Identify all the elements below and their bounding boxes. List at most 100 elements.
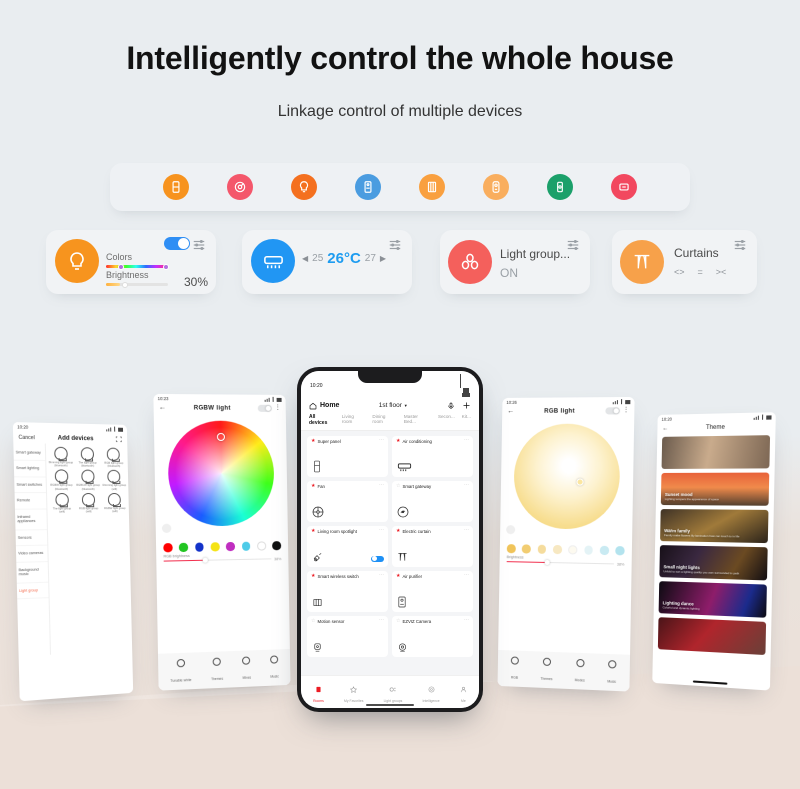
theme-card[interactable] [657,617,767,656]
more-icon[interactable]: ⋯ [379,528,384,532]
light-toggle[interactable] [164,237,190,250]
light-bulb-icon[interactable] [291,174,317,200]
scan-icon[interactable] [115,436,122,443]
favorite-star-icon[interactable]: ☆ [396,619,400,624]
color-wheel-badge[interactable] [161,523,172,534]
air-conditioner-card[interactable]: ◀ 25 26°C 27 ▶ [242,230,412,294]
nav-intelligence[interactable]: Intelligence [423,680,440,703]
device-type-item[interactable]: Dimming light group (bluetooth) [48,446,73,468]
favorite-star-icon[interactable]: ★ [396,529,400,534]
device-card-smart-gateway[interactable]: ☆ Smart gateway ⋯ [392,481,473,522]
category-item[interactable]: Video cameras [15,546,48,563]
category-item[interactable]: Remote [14,493,47,510]
more-icon[interactable]: ⋯ [379,483,384,487]
tab-rgb[interactable]: RGB [510,655,519,684]
color-swatch[interactable] [615,546,625,555]
nav-me[interactable]: Me [460,680,467,703]
color-swatch[interactable] [179,542,189,552]
temp-increase-button[interactable]: ▶ [380,254,386,263]
tab-tunable-white[interactable]: Tunable white [170,658,192,687]
device-card-super-panel[interactable]: ★ Super panel ⋯ [307,436,388,477]
tab-living-room[interactable]: Living room [342,414,366,426]
sliders-icon[interactable] [191,238,207,252]
warm-color-wheel[interactable] [513,423,621,530]
more-vertical-icon[interactable]: ⋮ [275,405,281,411]
back-arrow-icon[interactable]: ← [662,426,668,432]
device-type-item[interactable]: RGBCW light group (bluetooth) [76,470,101,491]
color-swatch[interactable] [506,544,516,553]
device-type-item[interactable]: RGBW light group (bluetooth) [49,469,74,491]
more-icon[interactable]: ⋯ [379,618,384,622]
color-slider-knob-left[interactable] [118,263,124,270]
device-type-item[interactable]: The light group (wifi) [49,492,74,514]
floor-selector[interactable]: 1st floor ▼ [379,402,408,409]
curtains-card[interactable]: Curtains <> = >< [612,230,757,294]
more-icon[interactable]: ⋯ [464,618,469,622]
tab-themes[interactable]: Themes [540,657,553,685]
cancel-button[interactable]: Cancel [18,434,35,441]
color-swatch[interactable] [163,543,173,552]
tab-modes[interactable]: Modes [575,658,586,686]
curtain-open-button[interactable]: <> [674,267,685,277]
plus-icon[interactable] [462,401,471,410]
category-item[interactable]: Smart switches [14,477,47,494]
theme-card[interactable]: Small night lights Unfold to sort a light… [659,545,768,581]
device-type-item[interactable]: The light group (bluetooth) [75,447,100,468]
more-icon[interactable]: ⋯ [464,528,469,532]
thermostat-dial-icon[interactable] [227,174,253,200]
color-swatch[interactable] [552,544,562,554]
power-toggle[interactable] [257,404,272,412]
remote-control-icon[interactable] [611,174,637,200]
tab-dining-room[interactable]: Dining room [372,414,397,426]
brightness-slider[interactable] [106,281,168,288]
more-icon[interactable]: ⋯ [379,438,384,442]
tab-mixes[interactable]: Mixes [242,655,251,684]
color-wheel[interactable] [167,420,275,527]
nav-my-favorites[interactable]: My Favorites [344,680,363,703]
favorite-star-icon[interactable]: ★ [311,529,315,534]
back-arrow-icon[interactable]: ← [159,404,166,411]
warm-wheel-picker[interactable] [576,478,584,486]
theme-card[interactable]: Sunset mood Lighting tempers the appearan… [660,472,770,506]
more-icon[interactable]: ⋯ [464,573,469,577]
more-icon[interactable]: ⋯ [464,483,469,487]
light-control-card[interactable]: Colors Brightness 30% [46,230,216,294]
home-button[interactable]: Home [309,402,339,410]
temp-decrease-button[interactable]: ◀ [302,254,308,263]
category-item[interactable]: Infrared appliances [14,509,47,531]
color-swatch[interactable] [241,541,251,551]
color-swatch[interactable] [537,544,547,554]
curtain-stop-button[interactable]: = [698,267,703,277]
device-card-air-conditioning[interactable]: ★ Air conditioning ⋯ [392,436,473,477]
brightness-slider[interactable] [506,559,614,566]
favorite-star-icon[interactable]: ★ [311,484,315,489]
theme-card[interactable]: Lighting dance Colorful and dynamic light… [658,581,767,618]
tab-music[interactable]: Music [270,654,279,683]
theme-card[interactable]: Warm family Family make flowers lily lami… [660,509,769,544]
rgb-brightness-slider[interactable] [163,557,272,563]
brightness-knob[interactable] [122,281,128,288]
device-card-smart-wireless-switch[interactable]: ★ Smart wireless switch ⋯ [307,571,388,612]
category-item[interactable]: Smart gateway [13,445,46,462]
color-swatch[interactable] [210,542,220,551]
sliders-icon[interactable] [387,238,403,252]
theme-card[interactable] [661,435,771,469]
spotlight-toggle[interactable] [371,555,384,562]
color-swatch[interactable] [584,545,593,555]
favorite-star-icon[interactable]: ★ [396,439,400,444]
color-swatch[interactable] [599,545,609,555]
favorite-star-icon[interactable]: ☆ [396,484,400,489]
color-swatch[interactable] [522,544,531,554]
favorite-star-icon[interactable]: ★ [311,439,315,444]
sensor-icon[interactable] [483,174,509,200]
switch-panel-icon[interactable] [163,174,189,200]
device-card-fan[interactable]: ★ Fan ⋯ [307,481,388,522]
nav-light-groups[interactable]: Light groups [384,680,402,703]
device-type-item[interactable]: RGB light group (bluetooth) [101,447,125,469]
color-swatch[interactable] [272,541,282,550]
color-wheel-picker[interactable] [216,432,226,442]
device-card-motion-sensor[interactable]: ☆ Motion sensor ⋯ [307,616,388,657]
device-card-air-purifier[interactable]: ★ Air purifier ⋯ [392,571,473,612]
device-card-ezviz-camera[interactable]: ☆ EZVIZ Camera ⋯ [392,616,473,657]
tab-second-bedroom[interactable]: Secon... [438,414,455,426]
